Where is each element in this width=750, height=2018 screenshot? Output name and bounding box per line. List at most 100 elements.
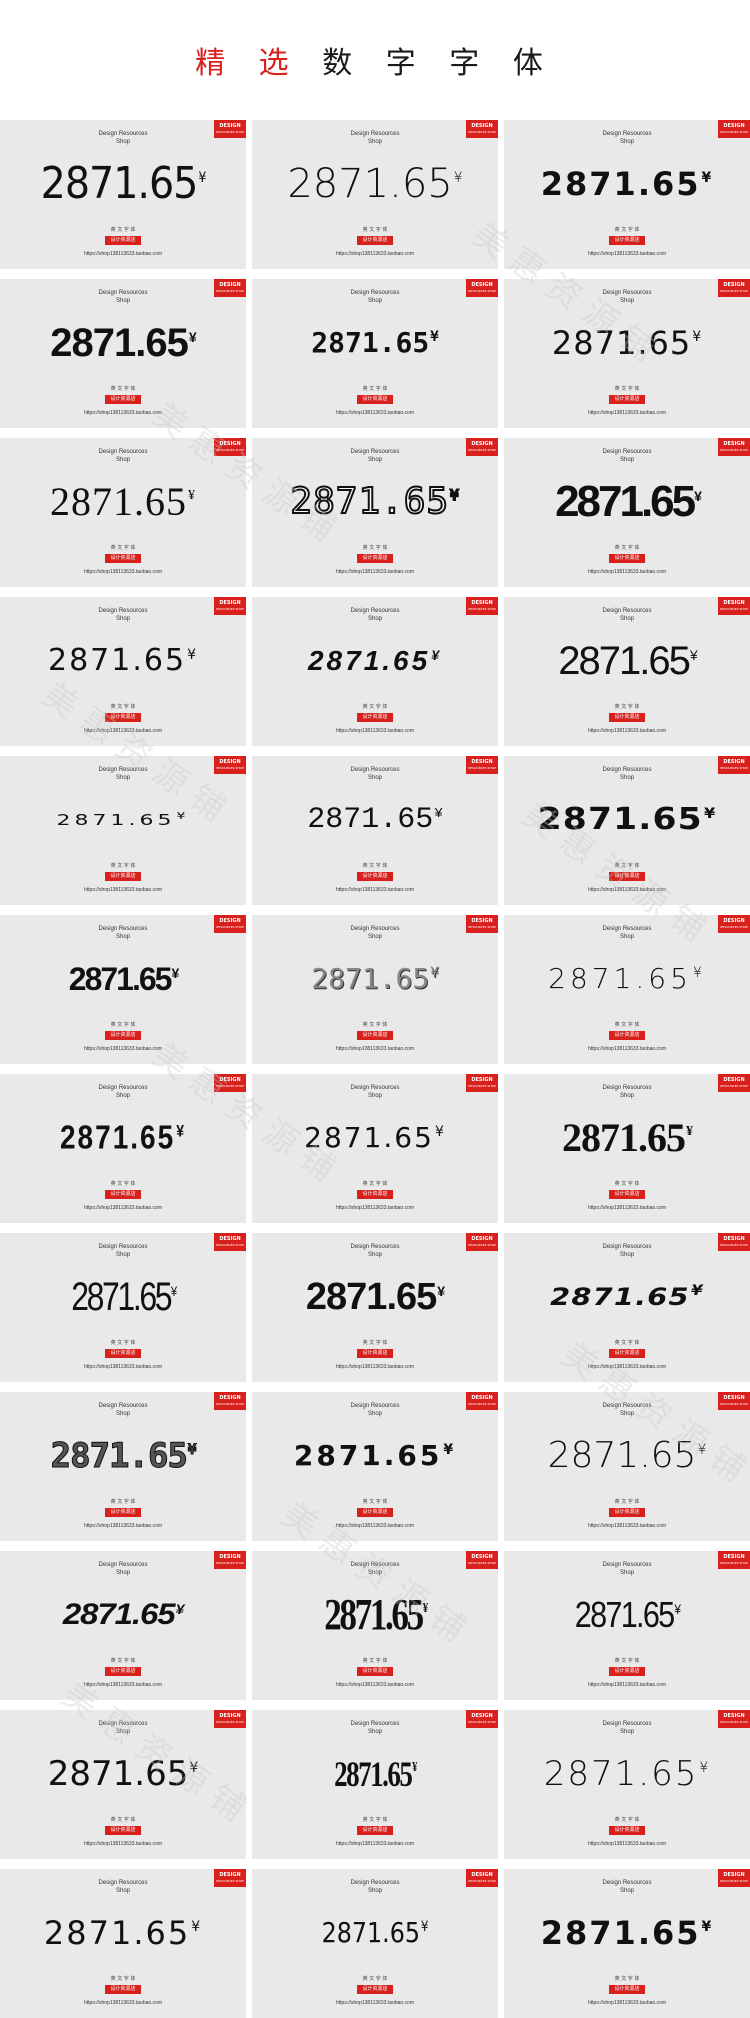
- font-sample-card[interactable]: DESIGN RESOURCES SHOP Design Resources Shop…: [504, 915, 750, 1064]
- shop-name: Design Resources Shop: [252, 289, 498, 305]
- currency-symbol: ¥: [430, 329, 439, 345]
- font-sample-card[interactable]: DESIGN RESOURCES SHOP Design Resources Shop…: [252, 1710, 498, 1859]
- font-sample-card[interactable]: DESIGN RESOURCES SHOP Design Resources Shop…: [0, 1074, 246, 1223]
- font-sample-card[interactable]: DESIGN RESOURCES SHOP Design Resources Shop…: [504, 120, 750, 269]
- font-caption: 英 文 字 体: [110, 1658, 136, 1664]
- font-sample-card[interactable]: DESIGN RESOURCES SHOP Design Resources Shop…: [252, 1233, 498, 1382]
- sample-number: 2871.65¥: [504, 800, 750, 844]
- shop-name: Design Resources Shop: [252, 1561, 498, 1577]
- currency-symbol: ¥: [674, 1601, 681, 1617]
- shop-tag: 设计资源店: [609, 1508, 645, 1517]
- shop-name-line: Design Resources: [98, 449, 148, 455]
- font-sample-card[interactable]: DESIGN RESOURCES SHOP Design Resources Shop…: [252, 1074, 498, 1223]
- shop-name-line: Shop: [115, 139, 130, 145]
- shop-tag: 设计资源店: [609, 395, 645, 404]
- shop-name-line: Design Resources: [602, 1244, 652, 1250]
- shop-tag: 设计资源店: [609, 1826, 645, 1835]
- font-sample-card[interactable]: DESIGN RESOURCES SHOP Design Resources Shop…: [252, 279, 498, 428]
- font-sample-card[interactable]: DESIGN RESOURCES SHOP Design Resources Shop…: [504, 1392, 750, 1541]
- badge-title: DESIGN: [471, 1872, 493, 1878]
- font-sample-card[interactable]: DESIGN RESOURCES SHOP Design Resources Shop…: [0, 279, 246, 428]
- sample-number: 2871.65¥: [504, 164, 750, 208]
- shop-name: Design Resources Shop: [504, 607, 750, 623]
- badge-title: DESIGN: [471, 1395, 493, 1401]
- sample-number-value: 2871.65: [311, 962, 430, 995]
- shop-name-line: Shop: [115, 1093, 130, 1099]
- font-sample-card[interactable]: DESIGN RESOURCES SHOP Design Resources Shop…: [0, 1869, 246, 2018]
- shop-name-line: Design Resources: [602, 926, 652, 932]
- sample-number: 2871.65¥: [0, 162, 246, 208]
- font-sample-card[interactable]: DESIGN RESOURCES SHOP Design Resources Shop…: [252, 915, 498, 1064]
- font-sample-card[interactable]: DESIGN RESOURCES SHOP Design Resources Shop…: [252, 597, 498, 746]
- badge-title: DESIGN: [723, 123, 745, 129]
- font-sample-card[interactable]: DESIGN RESOURCES SHOP Design Resources Shop…: [252, 1392, 498, 1541]
- font-sample-card[interactable]: DESIGN RESOURCES SHOP Design Resources Shop…: [504, 756, 750, 905]
- font-caption: 英 文 字 体: [110, 1340, 136, 1346]
- currency-symbol: ¥: [191, 1919, 203, 1935]
- font-sample-card[interactable]: DESIGN RESOURCES SHOP Design Resources Shop…: [252, 120, 498, 269]
- sample-number: 2871.65¥: [252, 641, 498, 685]
- shop-name-line: Shop: [115, 1729, 130, 1735]
- currency-symbol: ¥: [453, 170, 463, 186]
- sample-number-value: 2871.65: [574, 1594, 675, 1635]
- font-sample-card[interactable]: DESIGN RESOURCES SHOP Design Resources Shop…: [504, 438, 750, 587]
- shop-url: https://shop138113633.taobao.com: [83, 1364, 163, 1370]
- sample-number: 2871.65¥: [283, 1754, 468, 1798]
- badge-title: DESIGN: [723, 282, 745, 288]
- font-caption: 英 文 字 体: [362, 227, 388, 233]
- font-sample-card[interactable]: DESIGN RESOURCES SHOP Design Resources Shop…: [0, 1551, 246, 1700]
- sample-number-value: 2871.65: [48, 643, 187, 678]
- sample-number: 2871.65¥: [504, 1436, 750, 1480]
- font-sample-card[interactable]: DESIGN RESOURCES SHOP Design Resources Shop…: [252, 756, 498, 905]
- font-sample-card[interactable]: DESIGN RESOURCES SHOP Design Resources Shop…: [252, 1551, 498, 1700]
- shop-name-line: Shop: [367, 1729, 382, 1735]
- font-sample-card[interactable]: DESIGN RESOURCES SHOP Design Resources Shop…: [504, 597, 750, 746]
- currency-symbol: ¥: [176, 810, 190, 822]
- sample-number-value: 2871.65: [334, 1754, 413, 1794]
- font-caption: 英 文 字 体: [110, 1976, 136, 1982]
- badge-title: DESIGN: [219, 1236, 241, 1242]
- font-caption: 英 文 字 体: [362, 545, 388, 551]
- font-caption: 英 文 字 体: [110, 704, 136, 710]
- shop-tag: 设计资源店: [357, 236, 393, 245]
- font-sample-card[interactable]: DESIGN RESOURCES SHOP Design Resources Shop…: [504, 279, 750, 428]
- badge-title: DESIGN: [471, 1236, 493, 1242]
- font-sample-card[interactable]: DESIGN RESOURCES SHOP Design Resources Shop…: [0, 597, 246, 746]
- font-sample-card[interactable]: DESIGN RESOURCES SHOP Design Resources Shop…: [0, 438, 246, 587]
- badge-title: DESIGN: [471, 123, 493, 129]
- font-sample-card[interactable]: DESIGN RESOURCES SHOP Design Resources Shop…: [504, 1074, 750, 1223]
- font-sample-card[interactable]: DESIGN RESOURCES SHOP Design Resources Shop…: [252, 1869, 498, 2018]
- currency-symbol: ¥: [694, 488, 702, 504]
- currency-symbol: ¥: [701, 1919, 714, 1935]
- shop-name: Design Resources Shop: [0, 130, 246, 146]
- font-caption: 英 文 字 体: [614, 1499, 640, 1505]
- shop-name-line: Shop: [619, 616, 634, 622]
- font-sample-card[interactable]: DESIGN RESOURCES SHOP Design Resources Shop…: [0, 756, 246, 905]
- sample-number: 2871.65¥: [252, 481, 498, 526]
- font-sample-card[interactable]: DESIGN RESOURCES SHOP Design Resources Shop…: [0, 120, 246, 269]
- font-caption: 英 文 字 体: [614, 704, 640, 710]
- badge-title: DESIGN: [219, 282, 241, 288]
- font-sample-card[interactable]: DESIGN RESOURCES SHOP Design Resources Shop…: [0, 915, 246, 1064]
- font-sample-card[interactable]: DESIGN RESOURCES SHOP Design Resources Shop…: [504, 1551, 750, 1700]
- font-sample-card[interactable]: DESIGN RESOURCES SHOP Design Resources Shop…: [504, 1869, 750, 2018]
- shop-name: Design Resources Shop: [0, 448, 246, 464]
- font-sample-card[interactable]: DESIGN RESOURCES SHOP Design Resources Shop…: [0, 1233, 246, 1382]
- font-sample-card[interactable]: DESIGN RESOURCES SHOP Design Resources Shop…: [252, 438, 498, 587]
- shop-tag: 设计资源店: [357, 1508, 393, 1517]
- shop-name-line: Shop: [115, 298, 130, 304]
- font-sample-card[interactable]: DESIGN RESOURCES SHOP Design Resources Shop…: [0, 1710, 246, 1859]
- font-sample-card[interactable]: DESIGN RESOURCES SHOP Design Resources Shop…: [504, 1710, 750, 1859]
- sample-number: 2871.65¥: [277, 1593, 474, 1639]
- sample-number-value: 2871.65: [307, 803, 434, 837]
- font-sample-card[interactable]: DESIGN RESOURCES SHOP Design Resources Shop…: [504, 1233, 750, 1382]
- sample-number-value: 2871.65: [540, 1914, 701, 1952]
- sample-number: 2871.65¥: [0, 1114, 246, 1167]
- sample-number: 2871.65¥: [270, 1913, 479, 1957]
- shop-url: https://shop138113633.taobao.com: [335, 1523, 415, 1529]
- shop-name: Design Resources Shop: [252, 1879, 498, 1895]
- shop-tag: 设计资源店: [105, 713, 141, 722]
- font-caption: 英 文 字 体: [614, 227, 640, 233]
- badge-title: DESIGN: [723, 1554, 745, 1560]
- font-sample-card[interactable]: DESIGN RESOURCES SHOP Design Resources Shop…: [0, 1392, 246, 1541]
